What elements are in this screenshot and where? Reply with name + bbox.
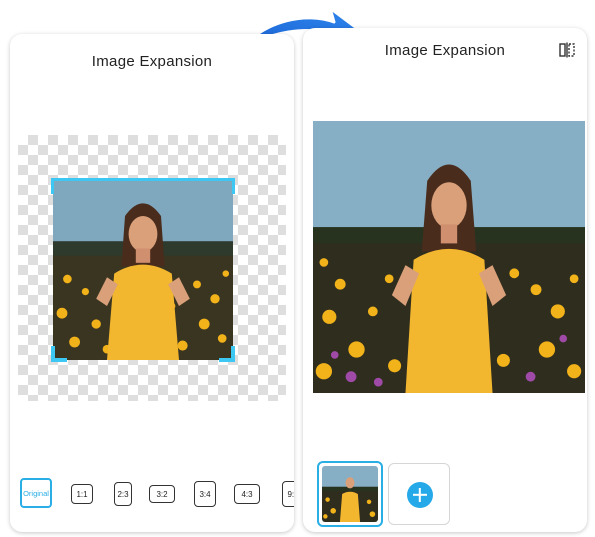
original-panel: Image Expansion Original 1:1 2:3 3:2 3:4…	[10, 34, 294, 532]
ratio-3-2[interactable]: 3:2	[149, 485, 175, 503]
thumbnail-image	[322, 466, 378, 522]
ratio-2-3[interactable]: 2:3	[114, 482, 132, 506]
expanded-panel: Image Expansion	[303, 28, 587, 532]
crop-frame[interactable]	[51, 178, 235, 362]
ratio-1-1[interactable]: 1:1	[71, 484, 93, 504]
ratio-original[interactable]: Original	[20, 478, 52, 508]
expanded-image	[313, 121, 585, 393]
ratio-9-1[interactable]: 9:1	[282, 481, 294, 507]
plus-icon	[407, 482, 433, 508]
page-title: Image Expansion	[91, 53, 213, 70]
result-thumbnail[interactable]	[317, 461, 383, 527]
aspect-ratio-bar: Original 1:1 2:3 3:2 3:4 4:3 9:1	[18, 476, 294, 516]
ratio-4-3[interactable]: 4:3	[234, 484, 260, 504]
page-title: Image Expansion	[384, 42, 506, 59]
compare-split-icon[interactable]	[559, 42, 575, 58]
ratio-3-4[interactable]: 3:4	[194, 481, 216, 507]
add-image-button[interactable]	[388, 463, 450, 525]
